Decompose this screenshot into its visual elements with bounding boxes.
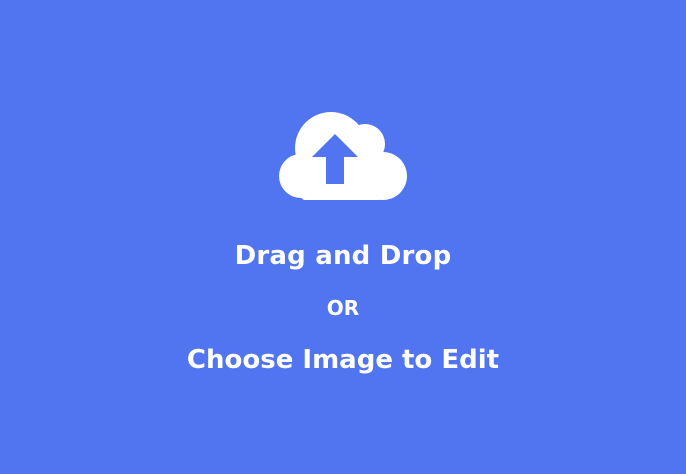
choose-image-link[interactable]: Choose Image to Edit: [0, 342, 686, 378]
drag-and-drop-label: Drag and Drop: [234, 241, 452, 271]
or-separator: OR: [326, 296, 360, 320]
cloud-upload-icon: [279, 112, 407, 200]
image-drop-zone[interactable]: Drag and Drop OR Choose Image to Edit: [0, 0, 686, 474]
